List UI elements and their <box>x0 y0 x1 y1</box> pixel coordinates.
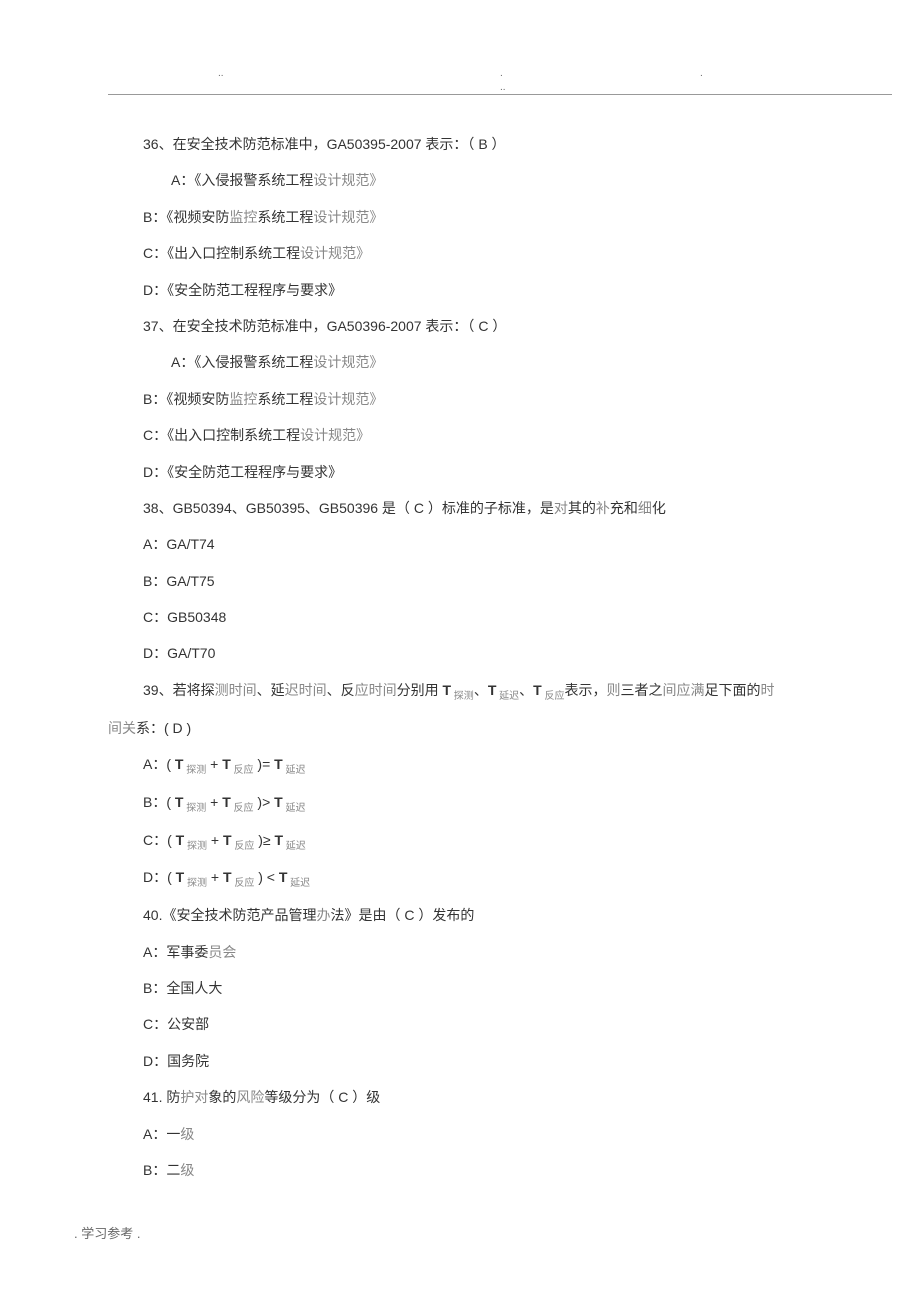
option-39-d: D：( T 探测 + T 反应 ) < T 延迟 <box>108 859 892 897</box>
option-36-b: B：《视频安防监控系统工程设计规范》 <box>108 199 892 235</box>
divider <box>108 94 892 95</box>
option-40-c: C：公安部 <box>108 1006 892 1042</box>
option-40-b: B：全国人大 <box>108 970 892 1006</box>
option-40-d: D：国务院 <box>108 1043 892 1079</box>
header-mark: .. <box>218 68 224 79</box>
option-37-a: A：《入侵报警系统工程设计规范》 <box>108 344 892 380</box>
option-38-b: B：GA/T75 <box>108 563 892 599</box>
footer-text: . 学习参考 . <box>74 1223 140 1242</box>
document-content: 36、在安全技术防范标准中，GA50395-2007 表示：（ B ） A：《入… <box>108 126 892 1188</box>
option-41-a: A：一级 <box>108 1116 892 1152</box>
header-mark: . <box>700 68 703 79</box>
option-39-b: B：( T 探测 + T 反应 )> T 延迟 <box>108 784 892 822</box>
option-39-c: C：( T 探测 + T 反应 )≥ T 延迟 <box>108 822 892 860</box>
option-36-c: C：《出入口控制系统工程设计规范》 <box>108 235 892 271</box>
question-40: 40.《安全技术防范产品管理办法》是由（ C ）发布的 <box>108 897 892 933</box>
option-40-a: A：军事委员会 <box>108 934 892 970</box>
option-36-d: D：《安全防范工程程序与要求》 <box>108 272 892 308</box>
question-38: 38、GB50394、GB50395、GB50396 是（ C ）标准的子标准，… <box>108 490 892 526</box>
header-mark: .. <box>500 82 506 93</box>
option-38-a: A：GA/T74 <box>108 526 892 562</box>
option-37-b: B：《视频安防监控系统工程设计规范》 <box>108 381 892 417</box>
option-39-a: A：( T 探测 + T 反应 )= T 延迟 <box>108 746 892 784</box>
question-39-line1: 39、若将探测时间、延迟时间、反应时间分别用 T 探测、T 延迟、T 反应表示，… <box>108 672 892 710</box>
question-36: 36、在安全技术防范标准中，GA50395-2007 表示：（ B ） <box>108 126 892 162</box>
option-37-c: C：《出入口控制系统工程设计规范》 <box>108 417 892 453</box>
question-39-line2: 间关系：( D ) <box>108 710 892 746</box>
question-37: 37、在安全技术防范标准中，GA50396-2007 表示：（ C ） <box>108 308 892 344</box>
question-41: 41. 防护对象的风险等级分为（ C ）级 <box>108 1079 892 1115</box>
option-37-d: D：《安全防范工程程序与要求》 <box>108 454 892 490</box>
option-38-d: D：GA/T70 <box>108 635 892 671</box>
option-38-c: C：GB50348 <box>108 599 892 635</box>
option-36-a: A：《入侵报警系统工程设计规范》 <box>108 162 892 198</box>
option-41-b: B：二级 <box>108 1152 892 1188</box>
header-mark: . <box>500 68 503 79</box>
